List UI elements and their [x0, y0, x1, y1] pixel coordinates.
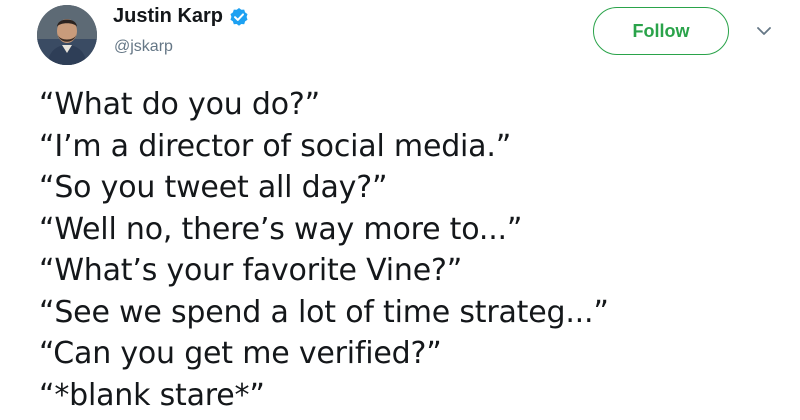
tweet-line: “*blank stare*” — [39, 377, 265, 413]
display-name[interactable]: Justin Karp — [113, 5, 223, 28]
tweet-card: Justin Karp @jskarp Follow “What do you … — [0, 0, 800, 420]
author-handle[interactable]: @jskarp — [114, 38, 173, 56]
tweet-text: “What do you do?” “I’m a director of soc… — [39, 84, 609, 416]
tweet-line: “Well no, there’s way more to...” — [39, 211, 523, 247]
tweet-line: “So you tweet all day?” — [39, 170, 388, 205]
chevron-down-icon[interactable] — [755, 24, 773, 38]
author-name-row[interactable]: Justin Karp — [113, 5, 249, 28]
tweet-line: “What do you do?” — [39, 87, 320, 122]
tweet-line: “Can you get me verified?” — [39, 336, 442, 371]
tweet-line: “See we spend a lot of time strateg...” — [39, 294, 609, 330]
verified-badge-icon — [229, 7, 249, 27]
avatar-image — [37, 5, 97, 65]
tweet-line: “What’s your favorite Vine?” — [39, 253, 463, 288]
tweet-line: “I’m a director of social media.” — [39, 128, 512, 164]
avatar[interactable] — [37, 5, 97, 65]
follow-button[interactable]: Follow — [593, 7, 729, 55]
